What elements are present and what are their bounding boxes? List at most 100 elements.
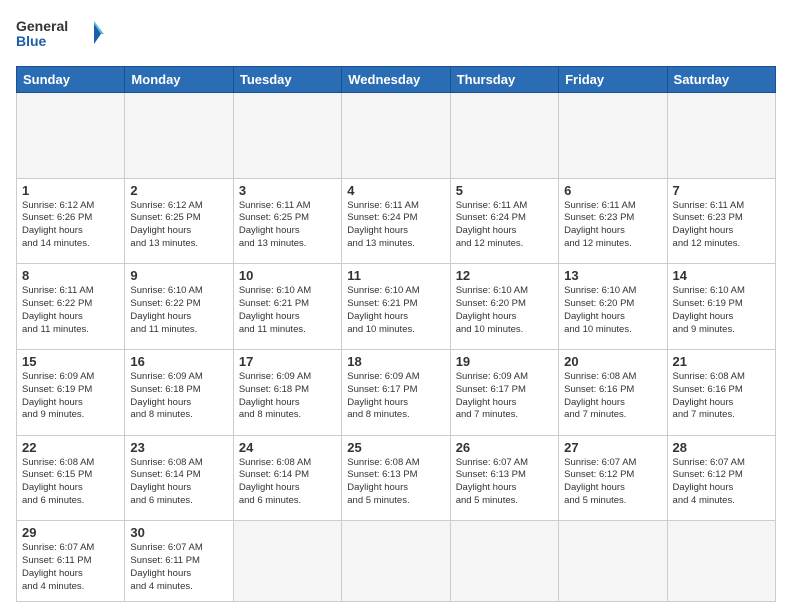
day-number: 19 — [456, 354, 553, 369]
cell-info: Sunrise: 6:08 AMSunset: 6:14 PMDaylight … — [239, 457, 311, 506]
calendar-cell: 14 Sunrise: 6:10 AMSunset: 6:19 PMDaylig… — [667, 264, 775, 350]
cell-info: Sunrise: 6:12 AMSunset: 6:26 PMDaylight … — [22, 200, 94, 249]
cell-info: Sunrise: 6:11 AMSunset: 6:23 PMDaylight … — [564, 200, 636, 249]
calendar-cell: 22 Sunrise: 6:08 AMSunset: 6:15 PMDaylig… — [17, 435, 125, 521]
day-number: 24 — [239, 440, 336, 455]
col-header-monday: Monday — [125, 67, 233, 93]
cell-info: Sunrise: 6:10 AMSunset: 6:19 PMDaylight … — [673, 285, 745, 334]
calendar-cell — [450, 521, 558, 602]
cell-info: Sunrise: 6:08 AMSunset: 6:16 PMDaylight … — [564, 371, 636, 420]
calendar-cell: 21 Sunrise: 6:08 AMSunset: 6:16 PMDaylig… — [667, 349, 775, 435]
day-number: 6 — [564, 183, 661, 198]
cell-info: Sunrise: 6:08 AMSunset: 6:16 PMDaylight … — [673, 371, 745, 420]
calendar-cell: 24 Sunrise: 6:08 AMSunset: 6:14 PMDaylig… — [233, 435, 341, 521]
cell-info: Sunrise: 6:11 AMSunset: 6:24 PMDaylight … — [347, 200, 419, 249]
day-number: 17 — [239, 354, 336, 369]
calendar-cell: 20 Sunrise: 6:08 AMSunset: 6:16 PMDaylig… — [559, 349, 667, 435]
calendar-cell: 7 Sunrise: 6:11 AMSunset: 6:23 PMDayligh… — [667, 178, 775, 264]
day-number: 15 — [22, 354, 119, 369]
calendar-cell — [667, 521, 775, 602]
cell-info: Sunrise: 6:10 AMSunset: 6:20 PMDaylight … — [456, 285, 528, 334]
col-header-thursday: Thursday — [450, 67, 558, 93]
col-header-saturday: Saturday — [667, 67, 775, 93]
day-number: 14 — [673, 268, 770, 283]
logo-graphic: General Blue — [16, 16, 106, 56]
calendar-cell: 12 Sunrise: 6:10 AMSunset: 6:20 PMDaylig… — [450, 264, 558, 350]
day-number: 30 — [130, 525, 227, 540]
calendar-cell — [667, 93, 775, 179]
col-header-sunday: Sunday — [17, 67, 125, 93]
cell-info: Sunrise: 6:12 AMSunset: 6:25 PMDaylight … — [130, 200, 202, 249]
day-number: 21 — [673, 354, 770, 369]
calendar-cell: 28 Sunrise: 6:07 AMSunset: 6:12 PMDaylig… — [667, 435, 775, 521]
cell-info: Sunrise: 6:10 AMSunset: 6:21 PMDaylight … — [347, 285, 419, 334]
col-header-tuesday: Tuesday — [233, 67, 341, 93]
day-number: 16 — [130, 354, 227, 369]
calendar-cell: 30 Sunrise: 6:07 AMSunset: 6:11 PMDaylig… — [125, 521, 233, 602]
cell-info: Sunrise: 6:07 AMSunset: 6:11 PMDaylight … — [22, 542, 94, 591]
calendar-table: SundayMondayTuesdayWednesdayThursdayFrid… — [16, 66, 776, 602]
calendar-cell: 5 Sunrise: 6:11 AMSunset: 6:24 PMDayligh… — [450, 178, 558, 264]
day-number: 29 — [22, 525, 119, 540]
calendar-cell — [342, 93, 450, 179]
cell-info: Sunrise: 6:11 AMSunset: 6:24 PMDaylight … — [456, 200, 528, 249]
page-header: General Blue — [16, 16, 776, 56]
calendar-cell: 11 Sunrise: 6:10 AMSunset: 6:21 PMDaylig… — [342, 264, 450, 350]
calendar-cell: 6 Sunrise: 6:11 AMSunset: 6:23 PMDayligh… — [559, 178, 667, 264]
day-number: 7 — [673, 183, 770, 198]
calendar-cell: 15 Sunrise: 6:09 AMSunset: 6:19 PMDaylig… — [17, 349, 125, 435]
calendar-cell — [559, 93, 667, 179]
cell-info: Sunrise: 6:09 AMSunset: 6:19 PMDaylight … — [22, 371, 94, 420]
cell-info: Sunrise: 6:08 AMSunset: 6:15 PMDaylight … — [22, 457, 94, 506]
day-number: 28 — [673, 440, 770, 455]
calendar-cell: 26 Sunrise: 6:07 AMSunset: 6:13 PMDaylig… — [450, 435, 558, 521]
svg-text:General: General — [16, 18, 68, 34]
calendar-cell: 13 Sunrise: 6:10 AMSunset: 6:20 PMDaylig… — [559, 264, 667, 350]
cell-info: Sunrise: 6:11 AMSunset: 6:22 PMDaylight … — [22, 285, 94, 334]
cell-info: Sunrise: 6:08 AMSunset: 6:14 PMDaylight … — [130, 457, 202, 506]
day-number: 27 — [564, 440, 661, 455]
cell-info: Sunrise: 6:07 AMSunset: 6:12 PMDaylight … — [564, 457, 636, 506]
col-header-wednesday: Wednesday — [342, 67, 450, 93]
day-number: 8 — [22, 268, 119, 283]
day-number: 23 — [130, 440, 227, 455]
calendar-cell: 27 Sunrise: 6:07 AMSunset: 6:12 PMDaylig… — [559, 435, 667, 521]
cell-info: Sunrise: 6:09 AMSunset: 6:18 PMDaylight … — [130, 371, 202, 420]
cell-info: Sunrise: 6:07 AMSunset: 6:11 PMDaylight … — [130, 542, 202, 591]
calendar-cell: 10 Sunrise: 6:10 AMSunset: 6:21 PMDaylig… — [233, 264, 341, 350]
calendar-cell: 16 Sunrise: 6:09 AMSunset: 6:18 PMDaylig… — [125, 349, 233, 435]
calendar-cell: 23 Sunrise: 6:08 AMSunset: 6:14 PMDaylig… — [125, 435, 233, 521]
calendar-cell: 1 Sunrise: 6:12 AMSunset: 6:26 PMDayligh… — [17, 178, 125, 264]
day-number: 4 — [347, 183, 444, 198]
calendar-cell: 3 Sunrise: 6:11 AMSunset: 6:25 PMDayligh… — [233, 178, 341, 264]
calendar-cell: 9 Sunrise: 6:10 AMSunset: 6:22 PMDayligh… — [125, 264, 233, 350]
cell-info: Sunrise: 6:09 AMSunset: 6:18 PMDaylight … — [239, 371, 311, 420]
cell-info: Sunrise: 6:11 AMSunset: 6:25 PMDaylight … — [239, 200, 311, 249]
cell-info: Sunrise: 6:10 AMSunset: 6:22 PMDaylight … — [130, 285, 202, 334]
calendar-cell: 8 Sunrise: 6:11 AMSunset: 6:22 PMDayligh… — [17, 264, 125, 350]
calendar-cell — [17, 93, 125, 179]
calendar-cell — [342, 521, 450, 602]
cell-info: Sunrise: 6:08 AMSunset: 6:13 PMDaylight … — [347, 457, 419, 506]
logo: General Blue — [16, 16, 106, 56]
day-number: 1 — [22, 183, 119, 198]
calendar-cell — [125, 93, 233, 179]
day-number: 10 — [239, 268, 336, 283]
day-number: 26 — [456, 440, 553, 455]
calendar-cell — [450, 93, 558, 179]
calendar-cell — [233, 521, 341, 602]
cell-info: Sunrise: 6:10 AMSunset: 6:21 PMDaylight … — [239, 285, 311, 334]
cell-info: Sunrise: 6:09 AMSunset: 6:17 PMDaylight … — [347, 371, 419, 420]
cell-info: Sunrise: 6:07 AMSunset: 6:13 PMDaylight … — [456, 457, 528, 506]
calendar-cell: 18 Sunrise: 6:09 AMSunset: 6:17 PMDaylig… — [342, 349, 450, 435]
calendar-cell: 2 Sunrise: 6:12 AMSunset: 6:25 PMDayligh… — [125, 178, 233, 264]
calendar-cell: 19 Sunrise: 6:09 AMSunset: 6:17 PMDaylig… — [450, 349, 558, 435]
cell-info: Sunrise: 6:09 AMSunset: 6:17 PMDaylight … — [456, 371, 528, 420]
calendar-cell: 17 Sunrise: 6:09 AMSunset: 6:18 PMDaylig… — [233, 349, 341, 435]
col-header-friday: Friday — [559, 67, 667, 93]
cell-info: Sunrise: 6:11 AMSunset: 6:23 PMDaylight … — [673, 200, 745, 249]
day-number: 11 — [347, 268, 444, 283]
day-number: 5 — [456, 183, 553, 198]
cell-info: Sunrise: 6:07 AMSunset: 6:12 PMDaylight … — [673, 457, 745, 506]
day-number: 13 — [564, 268, 661, 283]
